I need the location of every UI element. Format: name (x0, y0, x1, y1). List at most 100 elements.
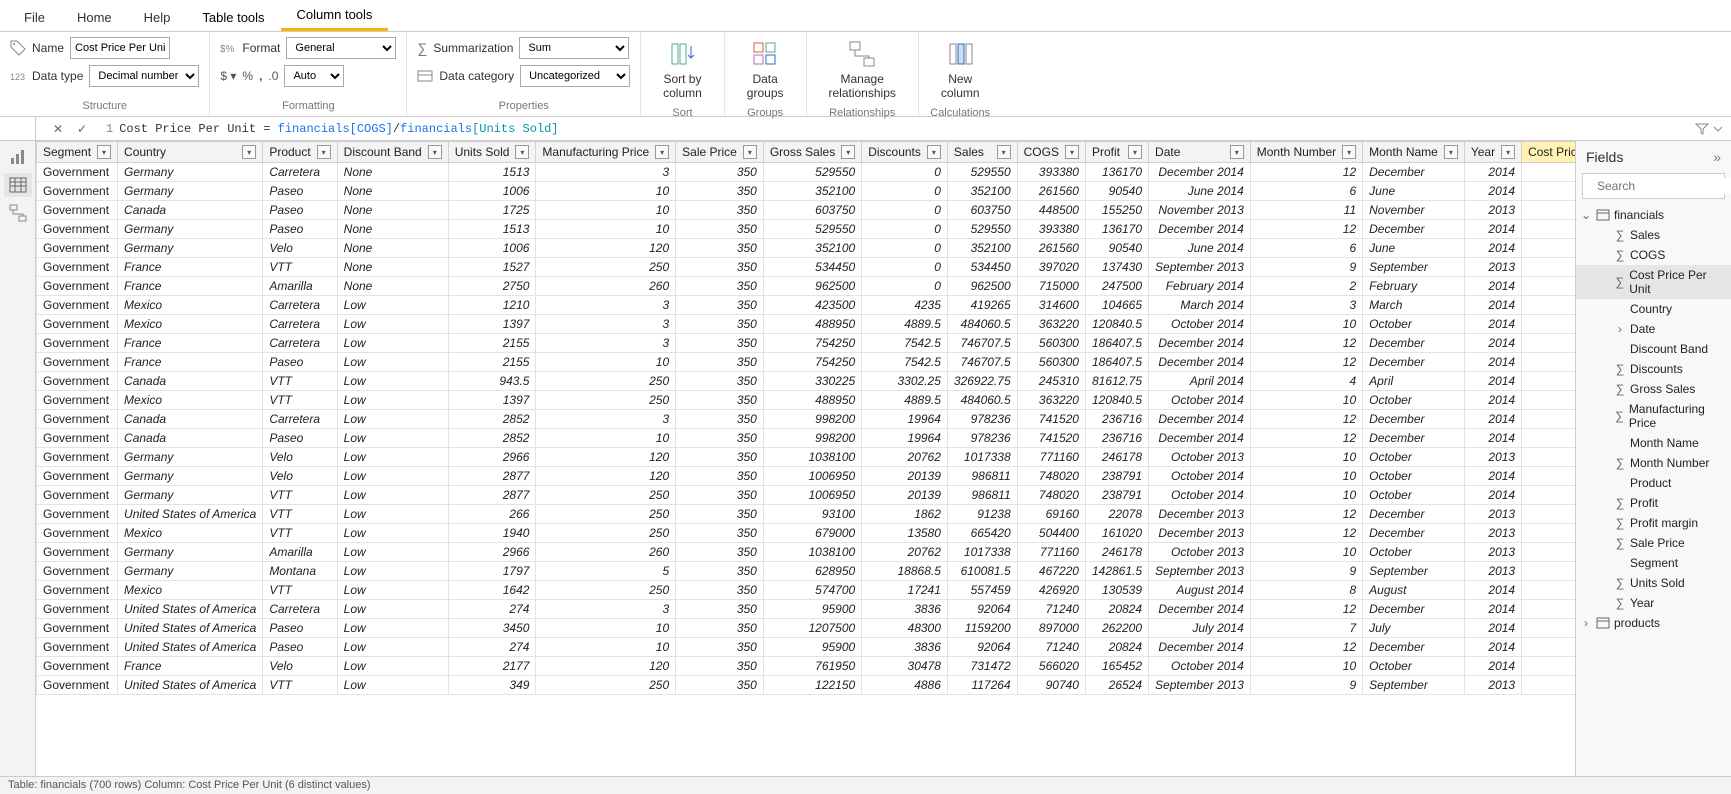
cell[interactable]: Low (337, 581, 448, 600)
cell[interactable]: Government (37, 163, 118, 182)
cell[interactable]: 943.5 (448, 372, 536, 391)
cell[interactable]: 260 (1522, 163, 1575, 182)
cell[interactable]: 6 (1250, 182, 1362, 201)
cell[interactable]: 260 (536, 543, 676, 562)
column-filter-dropdown[interactable]: ▾ (1444, 145, 1458, 159)
cell[interactable]: 557459 (947, 581, 1017, 600)
cell[interactable]: VTT (263, 676, 337, 695)
cell[interactable]: 22078 (1085, 505, 1148, 524)
cell[interactable]: 95900 (763, 600, 861, 619)
table-row[interactable]: GovernmentMexicoVTTLow139725035048895048… (37, 391, 1576, 410)
cell[interactable]: 731472 (947, 657, 1017, 676)
table-row[interactable]: GovernmentGermanyVeloNone100612035035210… (37, 239, 1576, 258)
cell[interactable]: Germany (118, 467, 263, 486)
cell[interactable]: 350 (676, 220, 764, 239)
cell[interactable]: 393380 (1017, 163, 1085, 182)
cell[interactable]: 260 (1522, 239, 1575, 258)
cell[interactable]: Germany (118, 182, 263, 201)
cell[interactable]: 962500 (763, 277, 861, 296)
cell[interactable]: 250 (536, 372, 676, 391)
cell[interactable]: Government (37, 505, 118, 524)
cell[interactable]: 566020 (1017, 657, 1085, 676)
cell[interactable]: 1797 (448, 562, 536, 581)
cell[interactable]: 350 (676, 638, 764, 657)
cell[interactable]: 1862 (862, 505, 948, 524)
currency-icon[interactable]: $ ▾ (220, 69, 236, 83)
table-node-financials[interactable]: ⌄financials (1576, 205, 1731, 225)
table-row[interactable]: GovernmentFranceVeloLow21771203507619503… (37, 657, 1576, 676)
cell[interactable]: 2014 (1464, 334, 1521, 353)
cell[interactable]: 6 (1250, 239, 1362, 258)
cell[interactable]: 1017338 (947, 543, 1017, 562)
column-header-product[interactable]: Product▾ (263, 142, 337, 163)
summarization-select[interactable]: Sum (519, 37, 629, 59)
cell[interactable]: VTT (263, 486, 337, 505)
cell[interactable]: 260 (1522, 448, 1575, 467)
cell[interactable]: 2014 (1464, 182, 1521, 201)
cell[interactable]: 350 (676, 391, 764, 410)
cell[interactable]: 260 (1522, 182, 1575, 201)
cell[interactable]: Mexico (118, 315, 263, 334)
cell[interactable]: Government (37, 277, 118, 296)
cell[interactable]: 484060.5 (947, 391, 1017, 410)
cell[interactable]: United States of America (118, 638, 263, 657)
cell[interactable]: Canada (118, 201, 263, 220)
cell[interactable]: December 2013 (1149, 524, 1251, 543)
cell[interactable]: Low (337, 467, 448, 486)
cell[interactable]: 250 (536, 486, 676, 505)
column-filter-dropdown[interactable]: ▾ (1501, 145, 1515, 159)
cell[interactable]: Low (337, 676, 448, 695)
cell[interactable]: 120840.5 (1085, 315, 1148, 334)
cell[interactable]: 260 (1522, 524, 1575, 543)
cell[interactable]: None (337, 239, 448, 258)
cell[interactable]: June (1363, 239, 1465, 258)
cell[interactable]: None (337, 201, 448, 220)
cell[interactable]: 260 (1522, 505, 1575, 524)
column-filter-dropdown[interactable]: ▾ (97, 145, 111, 159)
cell[interactable]: 90540 (1085, 182, 1148, 201)
cell[interactable]: 20139 (862, 467, 948, 486)
cell[interactable]: September (1363, 562, 1465, 581)
cell[interactable]: 2014 (1464, 163, 1521, 182)
column-filter-dropdown[interactable]: ▾ (743, 145, 757, 159)
cell[interactable]: 419265 (947, 296, 1017, 315)
cell[interactable]: 628950 (763, 562, 861, 581)
cell[interactable]: 4889.5 (862, 391, 948, 410)
cell[interactable]: 10 (536, 638, 676, 657)
cell[interactable]: 529550 (763, 163, 861, 182)
column-filter-dropdown[interactable]: ▾ (1342, 145, 1356, 159)
cell[interactable]: October 2014 (1149, 657, 1251, 676)
cell[interactable]: October (1363, 467, 1465, 486)
cell[interactable]: 10 (536, 182, 676, 201)
cell[interactable]: 978236 (947, 429, 1017, 448)
data-groups-button[interactable]: Data groups (735, 36, 796, 105)
cell[interactable]: 260 (1522, 410, 1575, 429)
cell[interactable]: 10 (536, 353, 676, 372)
column-header-cogs[interactable]: COGS▾ (1017, 142, 1085, 163)
cell[interactable]: 238791 (1085, 467, 1148, 486)
cell[interactable]: 3836 (862, 638, 948, 657)
cell[interactable]: 260 (1522, 201, 1575, 220)
cell[interactable]: 1513 (448, 220, 536, 239)
cell[interactable]: 3 (536, 410, 676, 429)
cell[interactable]: 423500 (763, 296, 861, 315)
cell[interactable]: 18868.5 (862, 562, 948, 581)
cell[interactable]: 746707.5 (947, 353, 1017, 372)
cell[interactable]: Paseo (263, 201, 337, 220)
cell[interactable]: 250 (536, 391, 676, 410)
cell[interactable]: 95900 (763, 638, 861, 657)
cell[interactable]: 11 (1250, 201, 1362, 220)
cell[interactable]: VTT (263, 581, 337, 600)
cell[interactable]: 260 (536, 277, 676, 296)
cell[interactable]: 2013 (1464, 524, 1521, 543)
cell[interactable]: 261560 (1017, 239, 1085, 258)
cell[interactable]: 7 (1250, 619, 1362, 638)
column-filter-dropdown[interactable]: ▾ (997, 145, 1011, 159)
field-gross-sales[interactable]: ∑Gross Sales (1576, 379, 1731, 399)
column-header-sales[interactable]: Sales▾ (947, 142, 1017, 163)
cell[interactable]: 260 (1522, 315, 1575, 334)
cell[interactable]: 3 (536, 315, 676, 334)
cell[interactable]: July (1363, 619, 1465, 638)
cell[interactable]: 260 (1522, 543, 1575, 562)
cell[interactable]: October 2013 (1149, 448, 1251, 467)
